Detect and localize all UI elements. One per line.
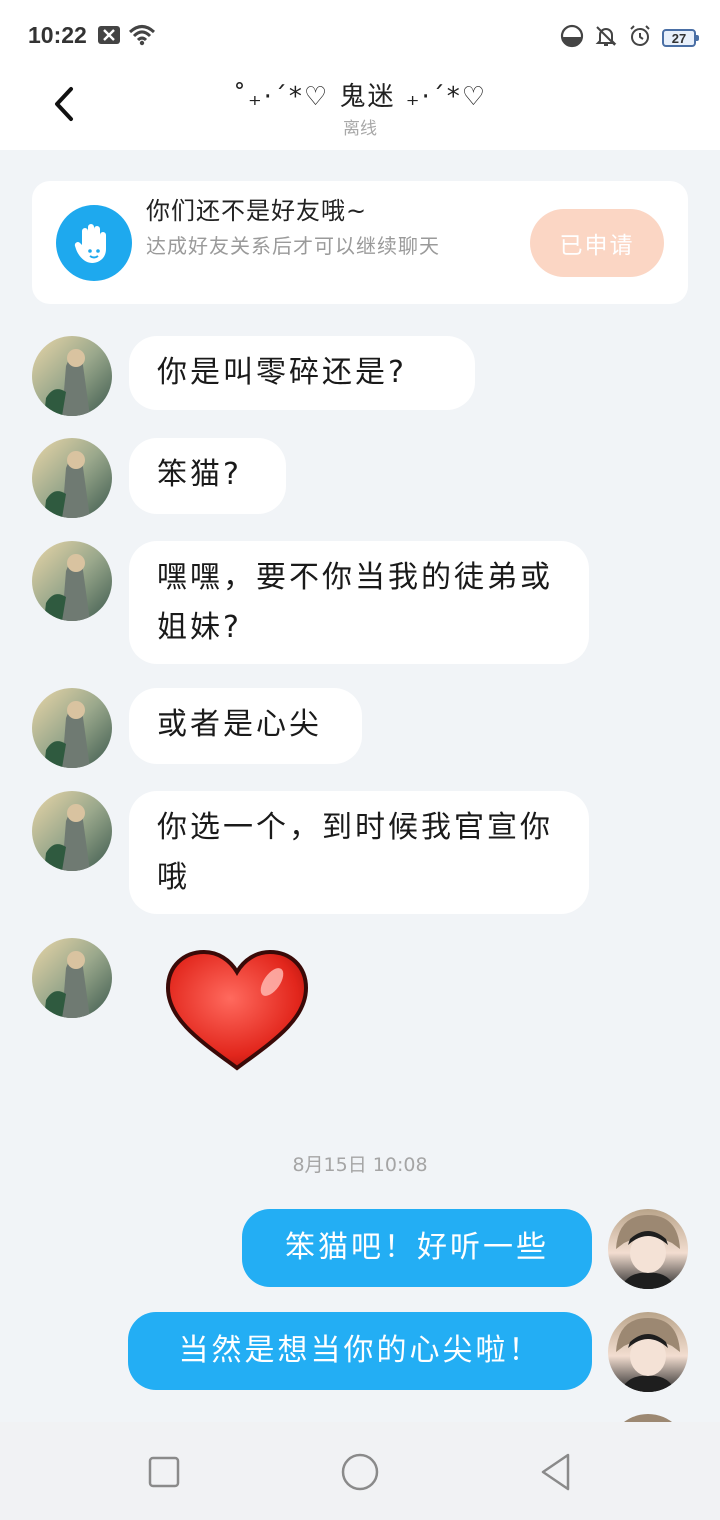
outgoing-message[interactable]: 笨猫吧！好听一些 xyxy=(242,1209,592,1287)
notice-title: 你们还不是好友哦~ xyxy=(146,197,368,225)
triangle-back-icon xyxy=(541,1453,570,1491)
applied-button[interactable]: 已申请 xyxy=(530,209,664,277)
contact-avatar[interactable] xyxy=(32,791,112,871)
my-avatar[interactable] xyxy=(608,1312,688,1392)
contact-name: ˚₊·ˊ*♡ 鬼迷 ₊·ˊ*♡ xyxy=(232,82,488,112)
contact-avatar[interactable] xyxy=(32,938,112,1018)
status-time: 10:22 xyxy=(28,22,87,48)
my-avatar[interactable] xyxy=(608,1209,688,1289)
mute-bell-icon xyxy=(594,24,618,52)
contact-avatar[interactable] xyxy=(32,688,112,768)
alarm-icon xyxy=(628,24,652,52)
square-icon xyxy=(148,1456,180,1488)
heart-icon xyxy=(165,949,309,1071)
status-bar: 10:22 27 xyxy=(0,0,720,72)
outgoing-message[interactable]: 当然是想当你的心尖啦！ xyxy=(128,1312,592,1390)
contact-avatar[interactable] xyxy=(32,438,112,518)
circle-icon xyxy=(341,1453,379,1491)
contact-avatar[interactable] xyxy=(32,336,112,416)
my-avatar-partial xyxy=(608,1414,688,1422)
back-nav-button[interactable] xyxy=(534,1450,578,1494)
recent-apps-button[interactable] xyxy=(142,1450,186,1494)
incoming-message[interactable]: 或者是心尖 xyxy=(129,688,362,764)
message-timestamp: 8月15日 10:08 xyxy=(292,1154,428,1176)
chat-header: ˚₊·ˊ*♡ 鬼迷 ₊·ˊ*♡ 离线 xyxy=(0,72,720,150)
wifi-icon xyxy=(128,24,156,50)
notice-description: 达成好友关系后才可以继续聊天 xyxy=(146,234,440,258)
notification-x-icon xyxy=(98,26,120,48)
incoming-message[interactable]: 你是叫零碎还是? xyxy=(129,336,475,410)
system-nav-bar xyxy=(0,1422,720,1520)
online-status: 离线 xyxy=(343,119,377,139)
friend-request-card: 你们还不是好友哦~ 达成好友关系后才可以继续聊天 已申请 xyxy=(32,181,688,304)
battery-icon: 27 xyxy=(662,29,699,47)
incoming-message[interactable]: 嘿嘿，要不你当我的徒弟或姐妹? xyxy=(129,541,589,664)
contact-avatar[interactable] xyxy=(32,541,112,621)
incoming-message[interactable]: 笨猫? xyxy=(129,438,286,514)
data-saver-icon xyxy=(560,24,584,52)
incoming-message[interactable]: 你选一个，到时候我官宣你哦 xyxy=(129,791,589,914)
home-button[interactable] xyxy=(338,1450,382,1494)
heart-sticker[interactable] xyxy=(162,946,312,1080)
hand-wave-icon xyxy=(56,205,132,281)
